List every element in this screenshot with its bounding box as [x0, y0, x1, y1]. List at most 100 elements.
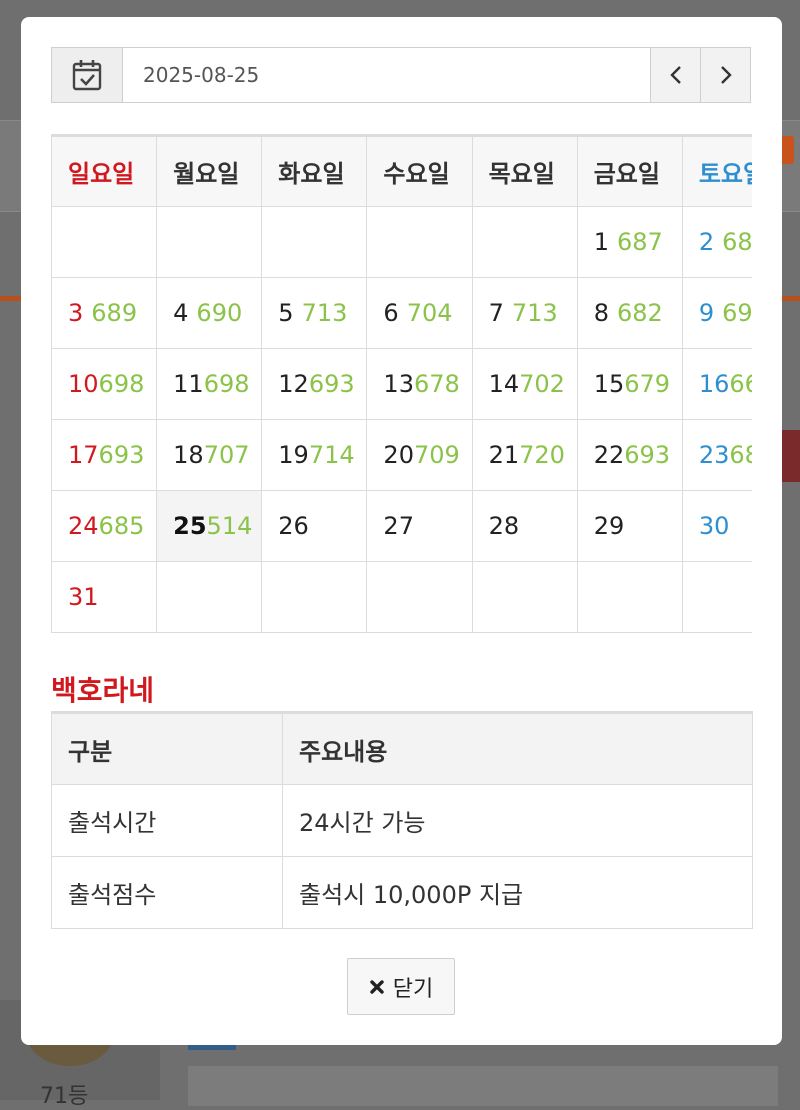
calendar-day-cell: [366, 206, 473, 278]
calendar-day-cell[interactable]: 4 690: [156, 277, 263, 349]
calendar-day-number: 16: [698, 370, 730, 398]
calendar-day-count: 687: [616, 228, 663, 256]
calendar-day-cell[interactable]: 25514: [156, 490, 263, 562]
date-input[interactable]: [123, 48, 650, 102]
calendar-day-number: 2: [698, 228, 715, 256]
calendar-day-cell[interactable]: 5 713: [261, 277, 368, 349]
info-label: 출석시간: [51, 784, 283, 857]
calendar-day-cell[interactable]: 31: [51, 561, 158, 633]
close-button[interactable]: 닫기: [347, 958, 455, 1015]
calendar-day-count: 693: [308, 370, 355, 398]
calendar-day-cell[interactable]: 23684: [681, 419, 752, 491]
calendar-day-cell: [261, 206, 368, 278]
calendar-day-cell[interactable]: 28: [471, 490, 578, 562]
calendar-week-row: 24685 25514 26 27 28 29 30: [51, 490, 752, 562]
times-icon: [370, 979, 384, 994]
calendar-day-cell[interactable]: 11698: [156, 348, 263, 420]
calendar-day-cell[interactable]: 19714: [261, 419, 368, 491]
background-rank-text: 71등: [40, 1084, 89, 1109]
calendar-day-cell[interactable]: 6 704: [366, 277, 473, 349]
calendar-day-count: 685: [98, 512, 145, 540]
calendar-day-count: 688: [722, 228, 752, 256]
calendar-day-number: 19: [278, 441, 309, 469]
calendar-day-cell[interactable]: 12693: [261, 348, 368, 420]
calendar-day-cell[interactable]: 2688: [681, 206, 752, 278]
calendar-day-cell[interactable]: 29: [576, 490, 683, 562]
calendar-day-number: 14: [488, 370, 520, 398]
calendar-day-number: 24: [68, 512, 99, 540]
chevron-right-icon: [720, 66, 732, 84]
calendar-day-cell[interactable]: 24685: [51, 490, 158, 562]
calendar-day-number: 11: [173, 370, 204, 398]
calendar-day-count: 693: [98, 441, 145, 469]
weekday-header: 일요일: [51, 134, 158, 207]
calendar-week-row: 16872688: [51, 206, 752, 278]
next-month-button[interactable]: [700, 48, 750, 102]
calendar-day-number: 22: [593, 441, 625, 469]
calendar-day-cell[interactable]: 16660: [681, 348, 752, 420]
calendar-day-cell[interactable]: 14702: [471, 348, 578, 420]
calendar-day-cell[interactable]: 9694: [681, 277, 752, 349]
weekday-header: 금요일: [576, 134, 683, 207]
calendar-day-count: 682: [616, 299, 663, 327]
calendar-day-count: 702: [519, 370, 565, 398]
calendar-day-count: 689: [91, 299, 138, 327]
calendar-day-number: 12: [278, 370, 309, 398]
calendar-day-cell[interactable]: 10698: [51, 348, 158, 420]
calendar-day-number: 15: [593, 370, 625, 398]
calendar-day-cell[interactable]: 3 689: [51, 277, 158, 349]
background-panel: [188, 1066, 778, 1106]
calendar-day-cell[interactable]: 21720: [471, 419, 578, 491]
calendar-day-count: 707: [203, 441, 250, 469]
calendar-day-cell: [156, 206, 263, 278]
calendar-check-icon[interactable]: [52, 48, 123, 102]
calendar-day-number: 29: [593, 512, 625, 540]
prev-month-button[interactable]: [650, 48, 700, 102]
weekday-header: 수요일: [366, 134, 473, 207]
calendar-day-number: 10: [68, 370, 99, 398]
calendar-day-number: 17: [68, 441, 99, 469]
calendar-day-count: 704: [406, 299, 453, 327]
calendar-day-cell[interactable]: 30: [681, 490, 752, 562]
calendar-day-number: 30: [698, 512, 730, 540]
info-value: 출석시 10,000P 지급: [282, 856, 753, 929]
calendar-day-cell: [681, 561, 752, 633]
calendar-day-count: 693: [624, 441, 671, 469]
calendar-day-number: 7: [488, 299, 504, 327]
calendar-day-cell[interactable]: 18707: [156, 419, 263, 491]
calendar-day-cell[interactable]: 1 687: [576, 206, 683, 278]
calendar-day-number: 25: [173, 512, 207, 540]
calendar-day-number: 9: [698, 299, 715, 327]
calendar-day-cell[interactable]: 15679: [576, 348, 683, 420]
calendar-day-number: 28: [488, 512, 520, 540]
calendar-day-cell[interactable]: 7 713: [471, 277, 578, 349]
calendar-day-number: 18: [173, 441, 204, 469]
calendar-day-number: 6: [383, 299, 399, 327]
calendar-day-cell[interactable]: 8 682: [576, 277, 683, 349]
calendar-day-count: 514: [206, 512, 253, 540]
calendar-day-cell[interactable]: 17693: [51, 419, 158, 491]
calendar-day-number: 26: [278, 512, 309, 540]
table-row: 출석점수 출석시 10,000P 지급: [51, 856, 753, 929]
table-row: 출석시간 24시간 가능: [51, 784, 753, 857]
calendar-grid: 일요일 월요일 화요일 수요일 목요일 금요일 토요일 168726883689…: [51, 134, 752, 633]
calendar-day-cell[interactable]: 27: [366, 490, 473, 562]
calendar-day-cell[interactable]: 22693: [576, 419, 683, 491]
info-table: 구분 주요내용 출석시간 24시간 가능 출석점수 출석시 10,000P 지급: [51, 711, 753, 929]
weekday-header: 토요일: [681, 134, 752, 207]
calendar-day-number: 8: [593, 299, 609, 327]
calendar-day-count: 713: [301, 299, 348, 327]
calendar-week-row: 10698116981269313678147021567916660: [51, 348, 752, 420]
calendar-week-row: 3689469057136704771386829694: [51, 277, 752, 349]
calendar-day-cell[interactable]: 13678: [366, 348, 473, 420]
calendar-day-cell[interactable]: 20709: [366, 419, 473, 491]
calendar: 일요일 월요일 화요일 수요일 목요일 금요일 토요일 168726883689…: [51, 134, 752, 639]
attendance-modal: 일요일 월요일 화요일 수요일 목요일 금요일 토요일 168726883689…: [21, 17, 782, 1045]
background-banner: [780, 430, 800, 482]
calendar-day-count: 684: [729, 441, 752, 469]
close-label: 닫기: [392, 976, 434, 1002]
calendar-day-cell[interactable]: 26: [261, 490, 368, 562]
calendar-day-count: 714: [308, 441, 355, 469]
info-header-content: 주요내용: [282, 711, 753, 785]
calendar-day-number: 13: [383, 370, 414, 398]
